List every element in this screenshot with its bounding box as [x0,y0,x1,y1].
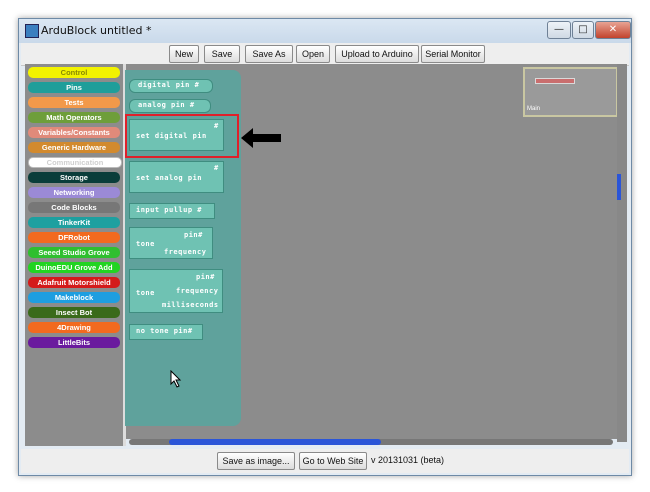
category-4drawing[interactable]: 4Drawing [28,322,120,333]
block-set-analog-pin[interactable]: # set analog pin [129,161,224,193]
new-button[interactable]: New [169,45,199,63]
vertical-scroll-thumb[interactable] [617,174,621,200]
block-tone-duration[interactable]: pin# tone frequency milliseconds [129,269,223,313]
status-bar: Save as image... Go to Web Site v 201310… [21,449,629,473]
minimize-button[interactable]: — [547,21,571,39]
category-communication[interactable]: Communication [28,157,122,168]
vertical-scrollbar[interactable] [617,64,627,442]
window-title: ArduBlock untitled * [41,24,152,37]
close-button[interactable]: ✕ [595,21,631,39]
mouse-cursor-icon [170,370,182,388]
category-makeblock[interactable]: Makeblock [28,292,120,303]
category-networking[interactable]: Networking [28,187,120,198]
category-palette: Control Pins Tests Math Operators Variab… [25,64,123,446]
app-icon [25,24,39,38]
category-duinoedu[interactable]: DuinoEDU Grove Add [28,262,120,273]
block-tone[interactable]: pin# tone frequency [129,227,213,259]
version-label: v 20131031 (beta) [371,455,445,465]
category-adafruit[interactable]: Adafruit Motorshield [28,277,120,288]
category-variables[interactable]: Variables/Constants [28,127,120,138]
title-bar: ArduBlock untitled * — □ ✕ [19,19,631,43]
upload-button[interactable]: Upload to Arduino [335,45,419,63]
category-generic-hardware[interactable]: Generic Hardware [28,142,120,153]
block-input-pullup[interactable]: input pullup # [129,203,215,219]
category-tests[interactable]: Tests [28,97,120,108]
block-digital-pin[interactable]: digital pin # [129,79,213,93]
app-window: ArduBlock untitled * — □ ✕ New Save Save… [18,18,632,476]
open-button[interactable]: Open [296,45,330,63]
category-dfrobot[interactable]: DFRobot [28,232,120,243]
category-math[interactable]: Math Operators [28,112,120,123]
category-tinkerkit[interactable]: TinkerKit [28,217,120,228]
minimap-label: Main [527,106,541,112]
save-as-button[interactable]: Save As [245,45,293,63]
highlight-box [125,114,239,158]
category-pins[interactable]: Pins [28,82,120,93]
save-as-image-button[interactable]: Save as image... [217,452,295,470]
minimap[interactable]: Main [523,67,618,117]
minimap-block [535,78,575,84]
category-littlebits[interactable]: LittleBits [28,337,120,348]
horizontal-scroll-thumb[interactable] [169,439,381,445]
serial-monitor-button[interactable]: Serial Monitor [421,45,485,63]
block-analog-pin[interactable]: analog pin # [129,99,211,113]
go-to-website-button[interactable]: Go to Web Site [299,452,367,470]
category-control[interactable]: Control [28,67,120,78]
category-seeed-grove[interactable]: Seeed Studio Grove [28,247,120,258]
toolbar: New Save Save As Open Upload to Arduino … [21,43,629,66]
pointer-arrow-icon [241,128,281,148]
maximize-button[interactable]: □ [572,21,594,39]
category-code-blocks[interactable]: Code Blocks [28,202,120,213]
block-no-tone[interactable]: no tone pin# [129,324,203,340]
save-button[interactable]: Save [204,45,240,63]
category-insect-bot[interactable]: Insect Bot [28,307,120,318]
category-storage[interactable]: Storage [28,172,120,183]
